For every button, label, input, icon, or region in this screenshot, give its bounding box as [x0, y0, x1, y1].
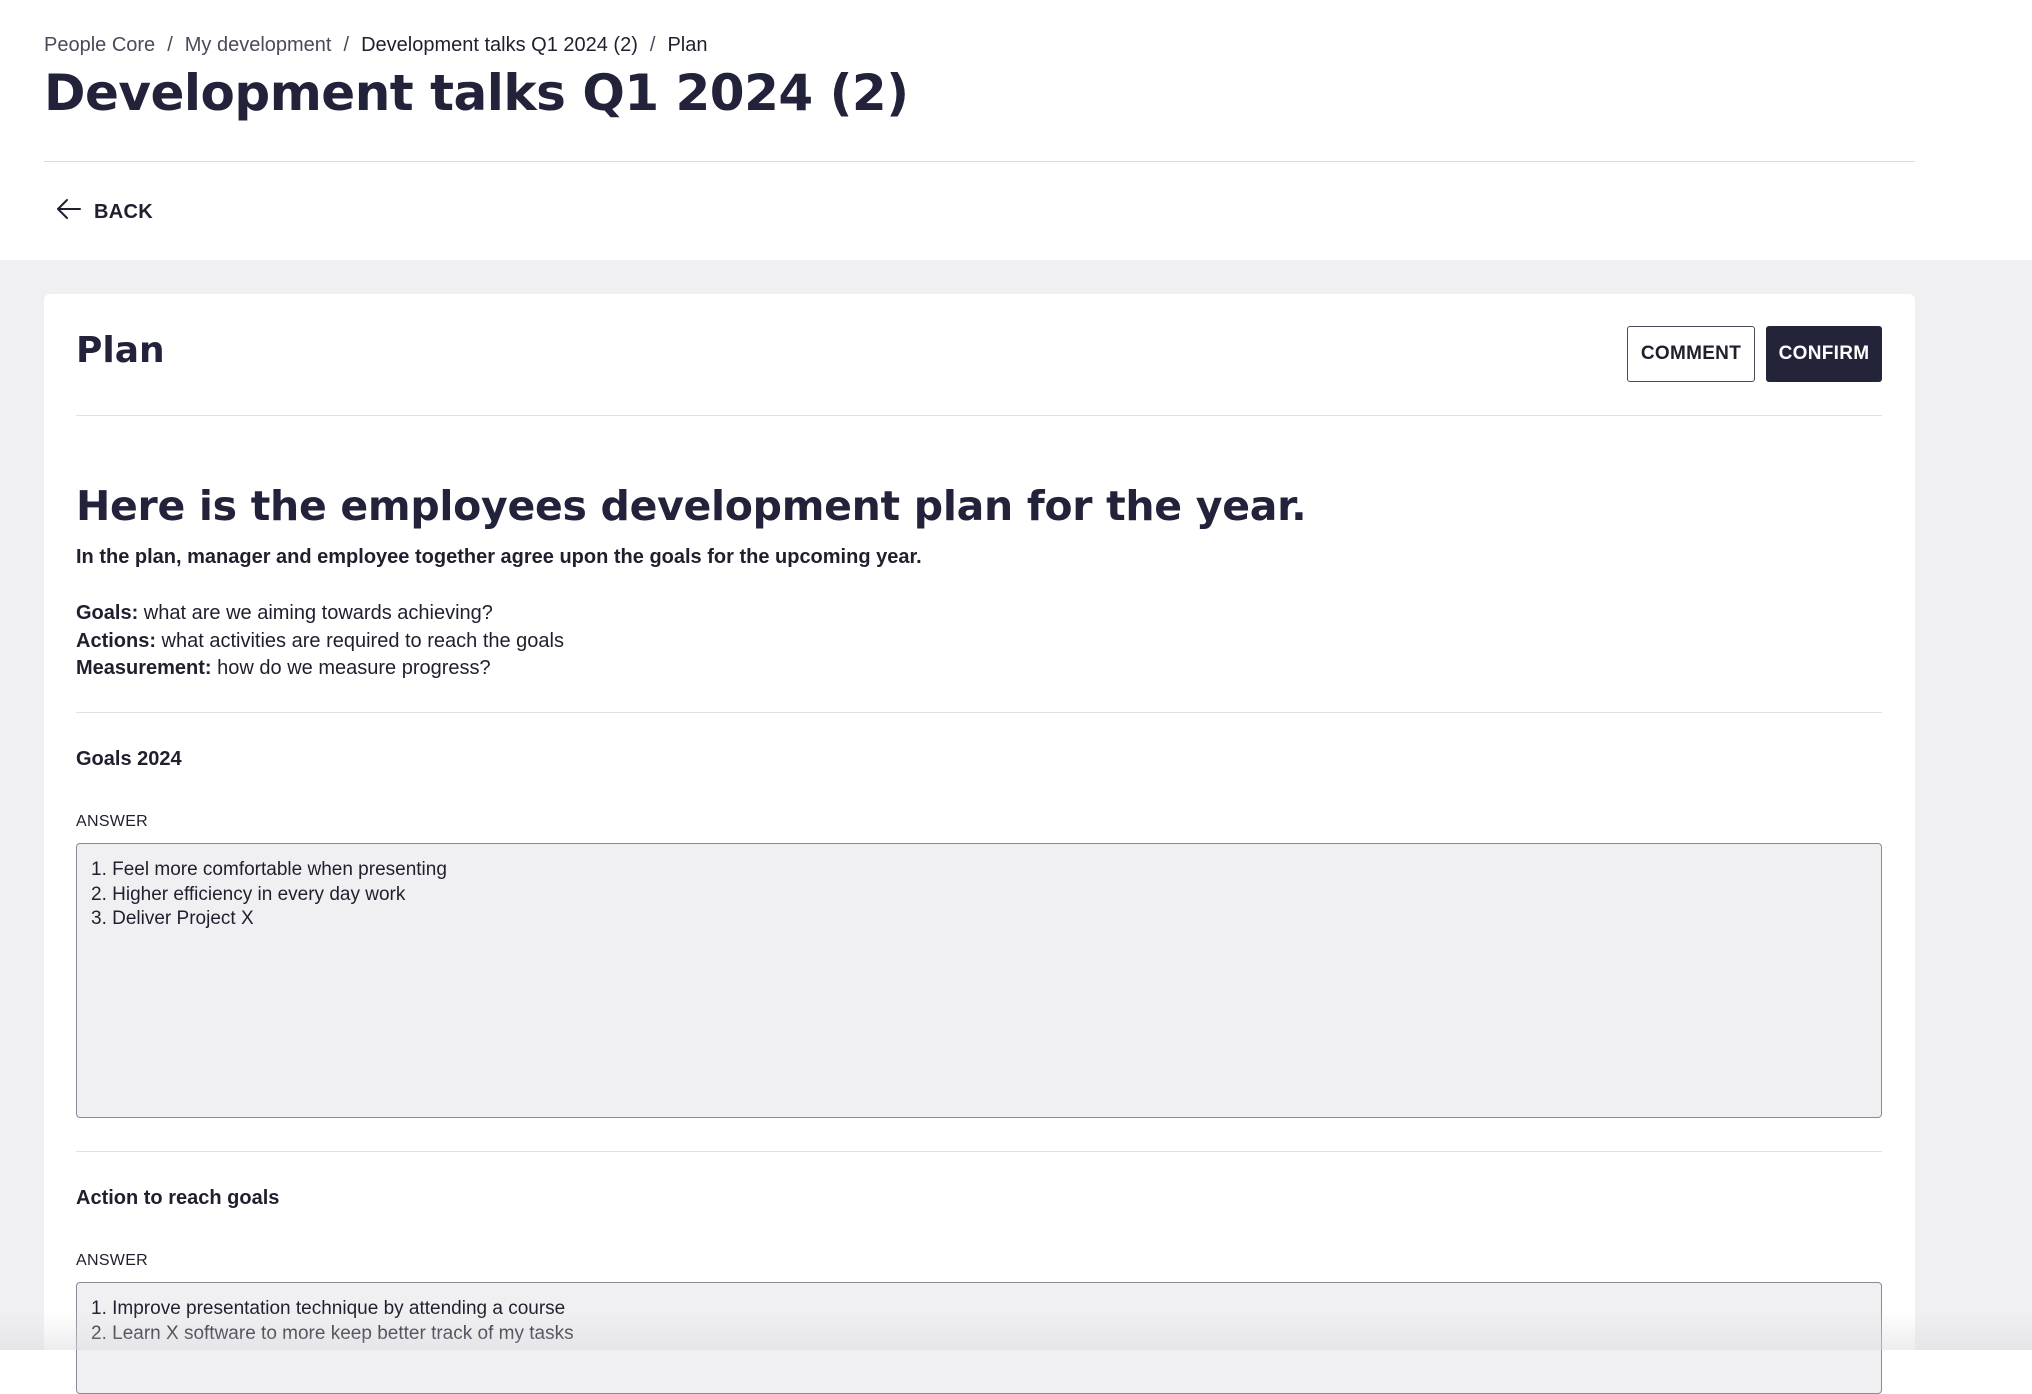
- page-header: People Core / My development / Developme…: [0, 0, 2032, 260]
- breadcrumb-item-plan: Plan: [667, 34, 708, 56]
- confirm-button[interactable]: CONFIRM: [1766, 326, 1882, 382]
- definition-goals: Goals: what are we aiming towards achiev…: [76, 600, 564, 628]
- breadcrumb-separator: /: [167, 34, 173, 56]
- section-divider: [76, 712, 1882, 713]
- breadcrumb-item-people-core[interactable]: People Core: [44, 34, 155, 57]
- answer-line: 3. Deliver Project X: [91, 908, 254, 930]
- back-label: BACK: [94, 200, 153, 223]
- breadcrumb-separator: /: [343, 34, 350, 56]
- header-divider: [44, 161, 1915, 162]
- answer-label: ANSWER: [76, 1252, 149, 1269]
- intro-subheading: In the plan, manager and employee togeth…: [76, 546, 922, 568]
- answer-label: ANSWER: [76, 813, 149, 830]
- definitions-list: Goals: what are we aiming towards achiev…: [76, 600, 564, 683]
- section-title-actions: Action to reach goals: [76, 1187, 280, 1209]
- card-title: Plan: [76, 330, 165, 371]
- page-title: Development talks Q1 2024 (2): [44, 64, 909, 122]
- definition-term: Measurement:: [76, 657, 212, 679]
- answer-line: 2. Higher efficiency in every day work: [91, 883, 406, 905]
- comment-button[interactable]: COMMENT: [1627, 326, 1755, 382]
- back-button[interactable]: BACK: [54, 196, 153, 228]
- breadcrumb-item-development-talks[interactable]: Development talks Q1 2024 (2): [361, 34, 638, 57]
- definition-term: Goals:: [76, 602, 139, 624]
- breadcrumb-item-my-development[interactable]: My development: [185, 34, 332, 57]
- card-divider: [76, 415, 1882, 416]
- answer-line: 2. Learn X software to more keep better …: [91, 1322, 574, 1344]
- intro-heading: Here is the employees development plan f…: [76, 482, 1307, 530]
- definition-text: how do we measure progress?: [211, 657, 491, 679]
- breadcrumb-separator: /: [649, 34, 656, 56]
- definition-measurement: Measurement: how do we measure progress?: [76, 655, 564, 683]
- definition-actions: Actions: what activities are required to…: [76, 628, 564, 656]
- answer-line: 1. Feel more comfortable when presenting: [91, 859, 447, 880]
- plan-card: Plan COMMENT CONFIRM Here is the employe…: [44, 294, 1915, 1394]
- arrow-left-icon: [54, 194, 84, 230]
- section-title-goals: Goals 2024: [76, 748, 182, 770]
- breadcrumb: People Core / My development / Developme…: [44, 34, 707, 57]
- definition-term: Actions:: [76, 629, 156, 652]
- definition-text: what are we aiming towards achieving?: [138, 602, 493, 624]
- section-divider: [76, 1151, 1882, 1152]
- goals-answer-field[interactable]: 1. Feel more comfortable when presenting…: [76, 843, 1882, 1118]
- definition-text: what activities are required to reach th…: [156, 629, 564, 652]
- actions-answer-field[interactable]: 1. Improve presentation technique by att…: [76, 1282, 1882, 1394]
- answer-line: 1. Improve presentation technique by att…: [91, 1298, 566, 1319]
